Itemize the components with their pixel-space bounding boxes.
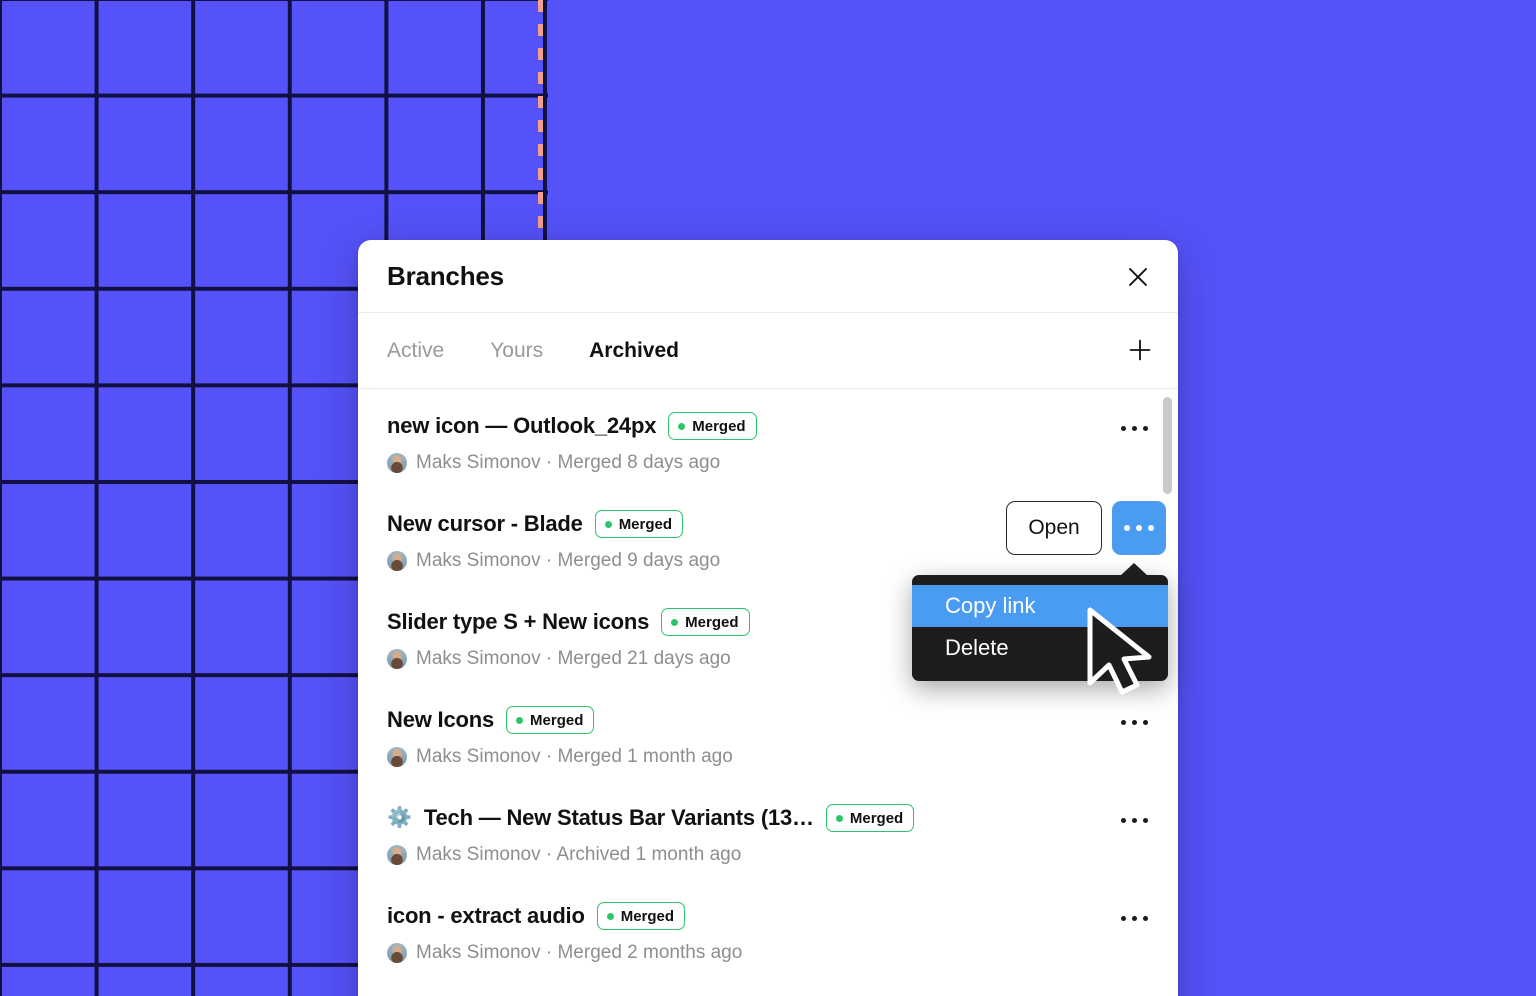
list-item[interactable]: New cursor - Blade Merged Maks Simonov ·… [358,487,1178,585]
ellipsis-icon[interactable] [1112,901,1156,935]
branch-title: icon - extract audio [387,903,585,928]
status-badge-label: Merged [685,613,739,631]
branch-meta: Maks Simonov · Merged 2 months ago [416,942,743,963]
tab-active[interactable]: Active [387,339,444,363]
list-item[interactable]: ⚙️ Tech — New Status Bar Variants (13… M… [358,781,1178,879]
open-button[interactable]: Open [1006,501,1102,555]
avatar [387,845,407,865]
status-badge: Merged [594,510,684,538]
scrollbar-thumb[interactable] [1163,397,1172,494]
tab-archived[interactable]: Archived [589,339,679,363]
avatar [387,453,407,473]
branch-meta: Maks Simonov · Merged 21 days ago [416,648,731,669]
branch-list[interactable]: new icon — Outlook_24px Merged Maks Simo… [358,389,1178,996]
branch-title: New cursor - Blade [387,511,583,536]
status-badge-label: Merged [620,907,675,925]
status-dot-icon [671,618,679,626]
branch-title: Slider type S + New icons [387,609,650,634]
context-menu: Copy link Delete [912,563,1168,681]
branch-title: new icon — Outlook_24px [387,413,657,438]
overflow-menu-button[interactable] [1112,501,1166,555]
menu-item-copy-link[interactable]: Copy link [912,585,1168,627]
add-branch-button[interactable] [1120,331,1160,371]
tab-bar: Active Yours Archived [358,313,1178,389]
status-badge: Merged [506,706,595,734]
row-actions: Open [1006,501,1166,555]
status-badge: Merged [661,608,750,636]
status-dot-icon [516,716,524,724]
status-dot-icon [678,422,686,430]
branch-meta: Maks Simonov · Merged 1 month ago [416,746,733,767]
ellipsis-icon[interactable] [1112,803,1156,837]
branch-meta: Maks Simonov · Merged 8 days ago [416,452,721,473]
avatar [387,649,407,669]
dialog-header: Branches [358,240,1178,313]
status-dot-icon [835,814,843,822]
status-dot-icon [604,520,612,528]
gear-icon: ⚙️ [387,807,412,829]
avatar [387,551,407,571]
branches-dialog: Branches Active Yours Archived new icon … [358,240,1178,996]
ellipsis-icon[interactable] [1112,705,1156,739]
avatar [387,943,407,963]
scrollbar[interactable] [1163,397,1172,996]
status-dot-icon [606,912,614,920]
status-badge-label: Merged [618,515,673,533]
ellipsis-icon[interactable] [1112,411,1156,445]
context-menu-arrow [1120,563,1148,576]
close-button[interactable] [1118,257,1158,297]
list-item[interactable]: New Icons Merged Maks Simonov · Merged 1… [358,683,1178,781]
tab-yours[interactable]: Yours [490,339,543,363]
plus-icon [1127,337,1153,366]
status-badge: Merged [596,902,686,930]
status-badge: Merged [668,412,757,440]
close-icon [1126,265,1150,289]
status-badge-label: Merged [530,711,584,729]
branch-meta: Maks Simonov · Merged 9 days ago [416,550,721,571]
list-item[interactable]: icon - extract audio Merged Maks Simonov… [358,879,1178,977]
list-item[interactable]: new icon — Outlook_24px Merged Maks Simo… [358,389,1178,487]
status-badge-label: Merged [849,809,904,827]
screen-canvas: Branches Active Yours Archived new icon … [0,0,1536,996]
status-badge: Merged [825,804,915,832]
branch-meta: Maks Simonov · Archived 1 month ago [416,844,742,865]
page-title: Branches [387,261,504,291]
status-badge-label: Merged [692,417,746,435]
branch-title: Tech — New Status Bar Variants (13… [423,805,814,830]
avatar [387,747,407,767]
menu-item-delete[interactable]: Delete [912,627,1168,669]
branch-title: New Icons [387,707,495,732]
